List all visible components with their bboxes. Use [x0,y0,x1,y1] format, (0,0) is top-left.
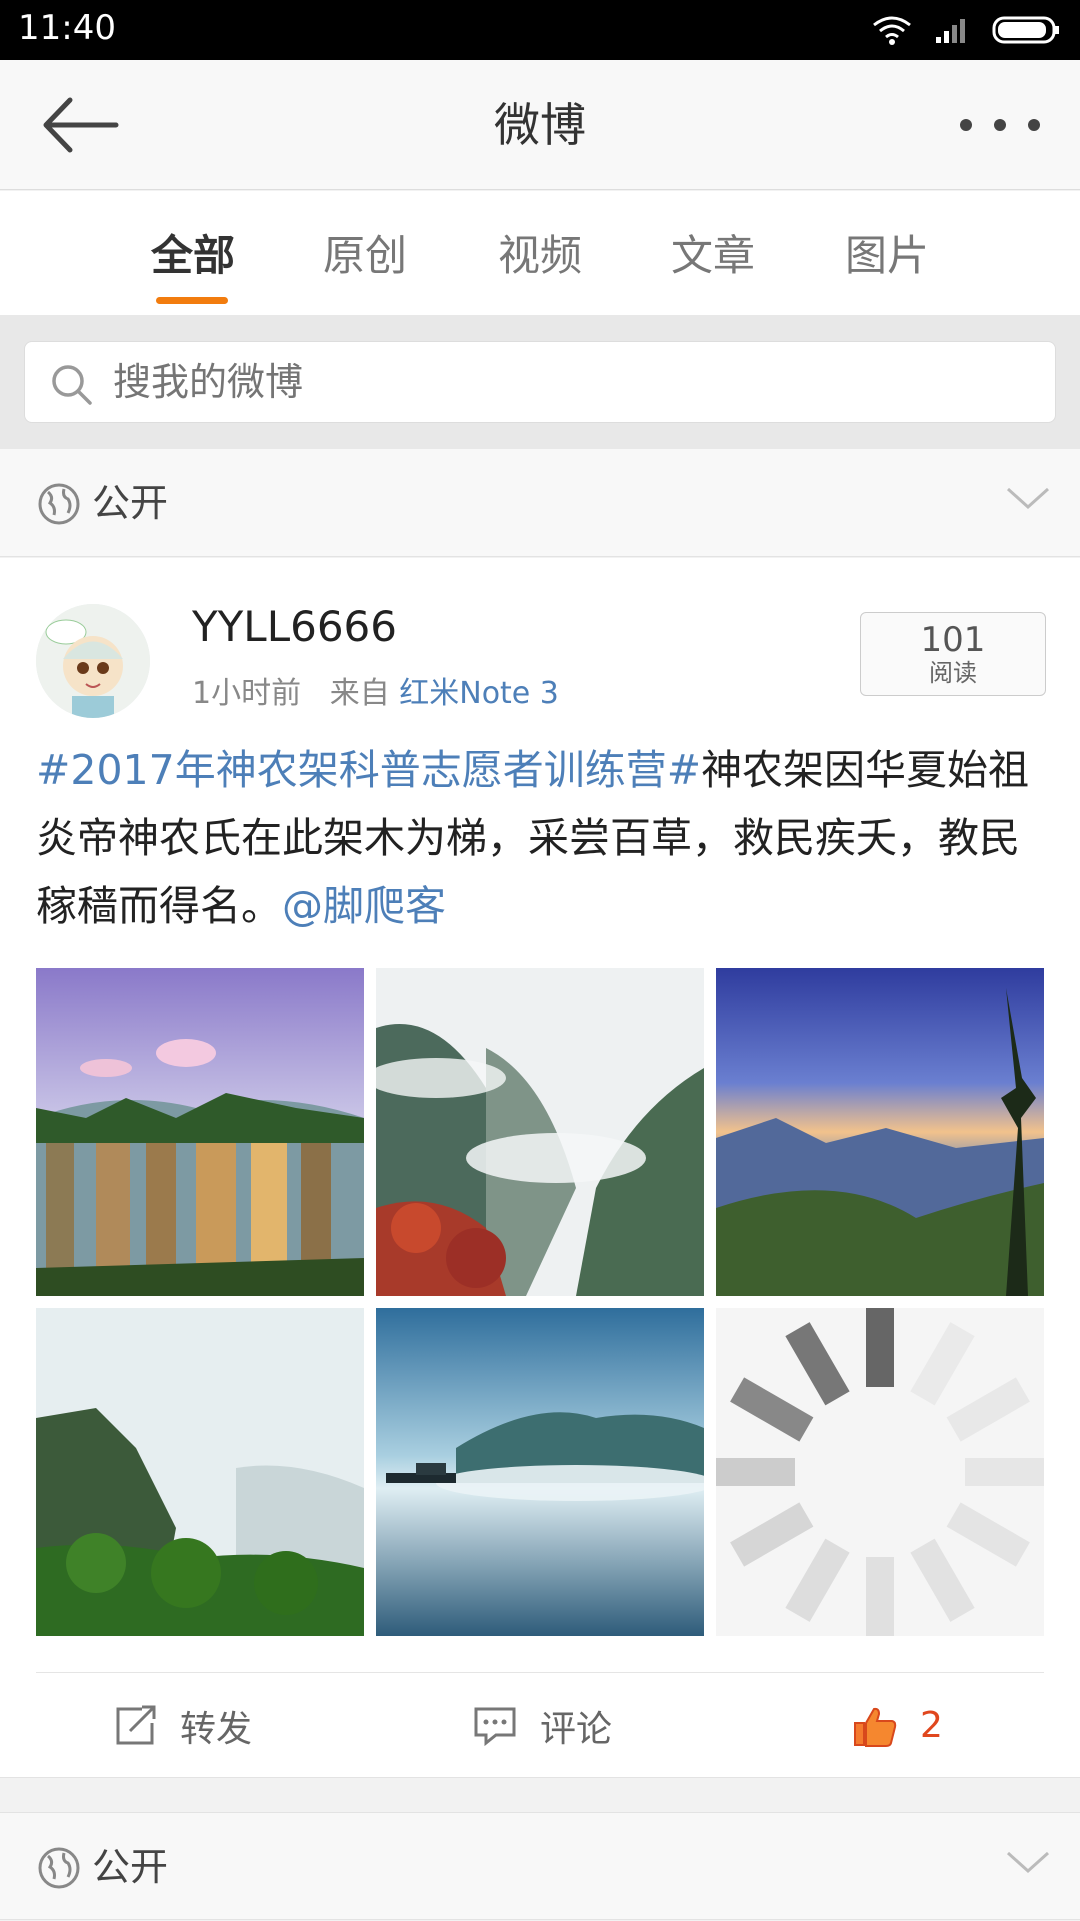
loading-spinner-icon [716,1308,1044,1636]
page-title: 微博 [494,98,586,152]
avatar[interactable] [36,604,150,718]
dot-icon [994,119,1006,131]
photo-thumbnail[interactable] [36,1308,364,1636]
active-tab-indicator [156,297,228,304]
more-options-button[interactable] [960,110,1040,140]
post-card: YYLL6666 1小时前 来自 红米Note 3 101 阅读 #2017年神… [0,558,1080,1778]
repost-icon [116,1705,156,1744]
photo-thumbnail[interactable] [716,968,1044,1296]
chevron-down-icon [1006,487,1050,510]
globe-icon [38,483,80,525]
repost-button[interactable]: 转发 [112,1673,252,1778]
visibility-selector[interactable]: 公开 [0,449,1080,557]
card-gap [0,1778,1080,1812]
visibility-selector-next[interactable]: 公开 [0,1812,1080,1920]
tab-pictures[interactable]: 图片 [812,191,962,315]
visibility-label: 公开 [92,481,169,525]
back-arrow-icon[interactable] [40,92,120,158]
like-count: 2 [920,1705,943,1746]
status-time: 11:40 [18,8,116,48]
dot-icon [960,119,972,131]
battery-icon [992,16,1059,44]
search-icon [52,365,92,405]
tab-original[interactable]: 原创 [290,191,440,315]
wifi-icon [873,16,911,45]
photo-grid [36,968,1044,1640]
post-time: 1小时前 [192,676,302,711]
read-label: 阅读 [929,659,977,687]
sunset-mountains-image [716,968,1044,1296]
photo-loading-placeholder[interactable] [716,1308,1044,1636]
dot-icon [1028,119,1040,131]
status-bar: 11:40 [0,0,1080,60]
search-box[interactable] [24,341,1056,424]
thumbs-up-icon [854,1707,897,1747]
tab-video[interactable]: 视频 [465,191,615,315]
read-count: 101 [920,620,986,660]
photo-thumbnail[interactable] [376,1308,704,1636]
comment-button[interactable]: 评论 [472,1673,612,1778]
avatar-image [36,604,150,718]
mention-link[interactable]: @脚爬客 [282,882,446,930]
comment-icon [474,1707,516,1746]
visibility-label: 公开 [92,1845,169,1889]
topic-link[interactable]: #2017年神农架科普志愿者训练营# [36,746,701,794]
like-button[interactable]: 2 [852,1673,943,1778]
signal-icon [936,19,965,43]
photo-thumbnail[interactable] [36,968,364,1296]
photo-thumbnail[interactable] [376,968,704,1296]
post-actions: 转发 评论 2 [0,1673,1080,1778]
misty-lake-image [376,1308,704,1636]
status-icons [872,14,1062,46]
read-count-badge: 101 阅读 [860,612,1046,696]
repost-label: 转发 [180,1708,253,1750]
nav-bar: 微博 [0,60,1080,190]
misty-cliff-image [36,1308,364,1636]
search-input[interactable] [113,342,1013,424]
post-source[interactable]: 红米Note 3 [399,676,559,711]
search-area [0,315,1080,449]
globe-icon [38,1847,80,1889]
misty-valley-image [376,968,704,1296]
post-text: #2017年神农架科普志愿者训练营#神农架因华夏始祖 炎帝神农氏在此架木为梯，采… [36,736,1046,940]
post-from-prefix: 来自 [329,676,390,711]
zhangjiajie-peaks-image [36,968,364,1296]
tab-article[interactable]: 文章 [638,191,788,315]
post-username[interactable]: YYLL6666 [192,602,397,651]
comment-label: 评论 [540,1708,613,1750]
post-meta: 1小时前 来自 红米Note 3 [192,668,559,712]
chevron-down-icon [1006,1851,1050,1874]
